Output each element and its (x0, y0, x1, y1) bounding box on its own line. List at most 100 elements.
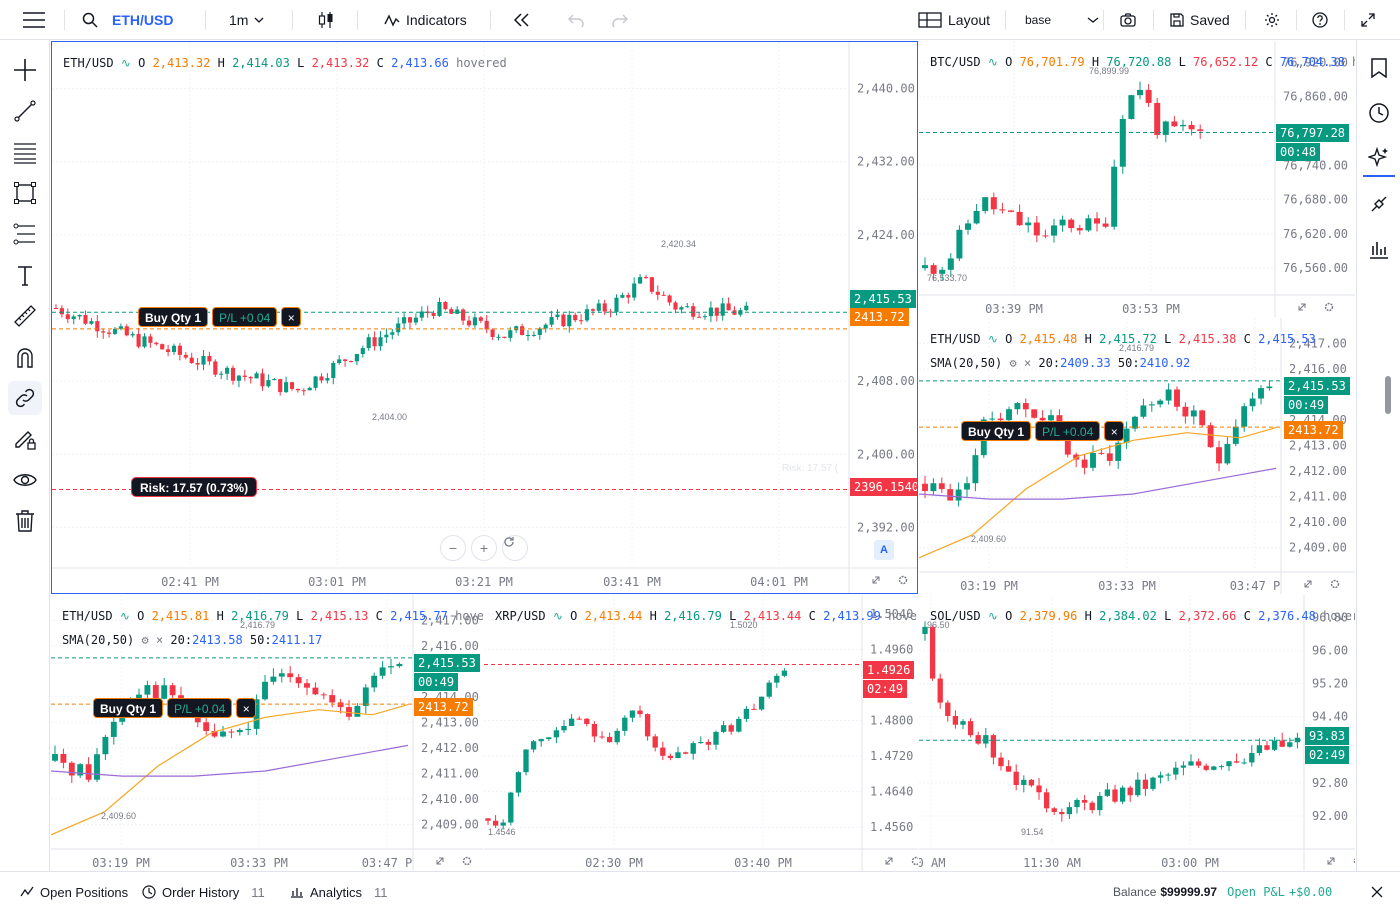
replay-button[interactable] (512, 0, 530, 40)
help-button[interactable] (1312, 0, 1328, 40)
candle-body (679, 307, 684, 310)
price-tick-label: 2,412.00 (421, 741, 479, 755)
alerts-button[interactable] (1365, 99, 1393, 127)
price-tick-label: 2,413.00 (1289, 438, 1347, 452)
watchlist-button[interactable] (1365, 54, 1393, 82)
menu-button[interactable] (22, 0, 46, 40)
pane-settings-icon[interactable] (898, 575, 908, 585)
order-line-widget[interactable]: Buy Qty 1 P/L +0.04 × (138, 307, 302, 327)
candle-body (1066, 807, 1073, 815)
collapse-panel-button[interactable] (1370, 872, 1384, 912)
brush-tool[interactable] (8, 422, 42, 456)
rectangle-tool[interactable] (8, 176, 42, 210)
close-icon[interactable]: × (156, 633, 163, 647)
legend-hovered: hovere (888, 609, 918, 623)
maximize-icon[interactable] (1327, 857, 1335, 865)
candle-body (1150, 777, 1156, 789)
candles-icon (318, 12, 333, 28)
order-qty-button[interactable]: Buy Qty 1 (93, 698, 164, 718)
order-line-widget[interactable]: Buy Qty 1 P/L +0.04 × (961, 421, 1125, 441)
link-tool[interactable] (8, 381, 42, 415)
status-wave-icon: ∿ (119, 609, 130, 623)
chart-canvas[interactable]: 76,920.0076,860.0076,740.0076,680.0076,6… (919, 41, 1355, 317)
gear-icon[interactable]: ⚙ (141, 633, 148, 647)
auto-scale-button[interactable]: A (874, 540, 894, 560)
order-cancel-button[interactable]: × (236, 698, 257, 718)
remove-drawings-tool[interactable] (8, 504, 42, 538)
zoom-out-button[interactable]: − (440, 535, 466, 561)
screenshot-button[interactable] (1120, 0, 1136, 40)
chart-type-button[interactable] (318, 0, 334, 40)
candle-body (1022, 403, 1029, 410)
chart-pane-eth-sma[interactable]: 2,417.00 2,416.00 2,414.00 2,413.00 2,412.00… (919, 318, 1355, 594)
candle-body (549, 317, 554, 325)
tab-order-history[interactable]: Order History 11 (142, 872, 265, 912)
crosshair-tool[interactable] (8, 53, 42, 87)
chart-pane-xrp[interactable]: 1.5040 1.4960 1.4800 1.4720 1.4640 1.4560 02:3… (484, 595, 918, 871)
redo-button[interactable] (612, 0, 628, 40)
candle-body (331, 362, 336, 379)
ideas-button[interactable] (1365, 144, 1393, 172)
connect-button[interactable] (1365, 190, 1393, 218)
chart-pane-eth-small[interactable]: 2,417.00 2,416.00 2,414.00 2,413.00 2,412.00… (51, 595, 483, 871)
order-line-widget[interactable]: Buy Qty 1 P/L +0.04 × (93, 698, 257, 718)
interval-dropdown[interactable]: 1m (229, 0, 264, 40)
order-cancel-button[interactable]: × (1104, 421, 1125, 441)
order-qty-button[interactable]: Buy Qty 1 (961, 421, 1032, 441)
reset-chart-button[interactable] (502, 535, 528, 561)
settings-button[interactable] (1264, 0, 1280, 40)
gear-icon[interactable]: ⚙ (1009, 356, 1016, 370)
candle-body (312, 687, 319, 695)
fib-tool[interactable] (8, 135, 42, 169)
order-cancel-button[interactable]: × (281, 307, 302, 327)
order-qty-button[interactable]: Buy Qty 1 (138, 307, 209, 327)
candle-body (366, 337, 371, 349)
save-button[interactable]: Saved (1170, 0, 1230, 40)
candle-body (203, 722, 210, 732)
pane-settings-icon[interactable] (462, 856, 472, 866)
legend-low: 2,415.38 (1178, 332, 1237, 346)
fullscreen-button[interactable] (1361, 0, 1375, 40)
pane-settings-icon[interactable] (1353, 857, 1356, 865)
chart-pane-sol[interactable]: 96.80 96.00 95.20 94.40 92.80 92.00 0 AM 11:30 … (919, 595, 1355, 871)
magnet-tool[interactable] (8, 340, 42, 374)
sma20-label: 20: (1038, 356, 1061, 370)
data-window-button[interactable] (1365, 235, 1393, 263)
symbol-search-button[interactable]: ETH/USD (82, 0, 173, 40)
tab-analytics[interactable]: Analytics 11 (290, 872, 388, 912)
pane-settings-icon[interactable] (1324, 302, 1334, 312)
maximize-icon[interactable] (436, 857, 444, 865)
chart-canvas[interactable]: 1.50401.49601.48001.47201.46401.456002:3… (484, 595, 918, 871)
layout-name: base (1025, 13, 1052, 27)
position-tool[interactable] (8, 217, 42, 251)
pane-settings-icon[interactable] (1330, 579, 1340, 589)
chart-pane-eth-main[interactable]: 2,440.00 2,432.00 2,424.00 2,408.00 2,400.00… (51, 41, 918, 594)
tab-open-positions[interactable]: Open Positions (20, 872, 128, 912)
risk-badge[interactable]: Risk: 17.57 (0.73%) (131, 477, 258, 497)
layout-button[interactable]: Layout (918, 0, 990, 40)
candle-body (698, 742, 704, 744)
maximize-icon[interactable] (885, 857, 893, 865)
scrollbar-thumb[interactable] (1385, 376, 1391, 414)
chart-canvas[interactable]: 96.8096.0095.2094.4092.8092.000 AM 11:30 … (919, 595, 1355, 871)
text-tool[interactable] (8, 258, 42, 292)
candle-body (520, 326, 525, 336)
ruler-tool[interactable] (8, 299, 42, 333)
pane-settings-icon[interactable] (911, 856, 919, 866)
maximize-icon[interactable] (1304, 580, 1312, 588)
hide-drawings-tool[interactable] (8, 463, 42, 497)
chart-pane-btc[interactable]: 76,920.00 76,860.00 76,740.00 76,680.00 76,6… (919, 41, 1355, 317)
legend-o-label: O (570, 609, 578, 623)
layout-name-dropdown[interactable]: base (1025, 0, 1099, 40)
maximize-icon[interactable] (872, 576, 880, 584)
price-tick-label: 95.20 (1312, 677, 1348, 691)
close-icon[interactable]: × (1024, 356, 1031, 370)
trendline-tool[interactable] (8, 94, 42, 128)
indicators-button[interactable]: Indicators (384, 0, 467, 40)
candle-body (94, 754, 100, 780)
undo-button[interactable] (568, 0, 584, 40)
time-tick-label: 02:41 PM (161, 575, 219, 589)
maximize-icon[interactable] (1298, 303, 1306, 311)
candle-body (388, 666, 394, 668)
zoom-in-button[interactable]: + (471, 535, 497, 561)
